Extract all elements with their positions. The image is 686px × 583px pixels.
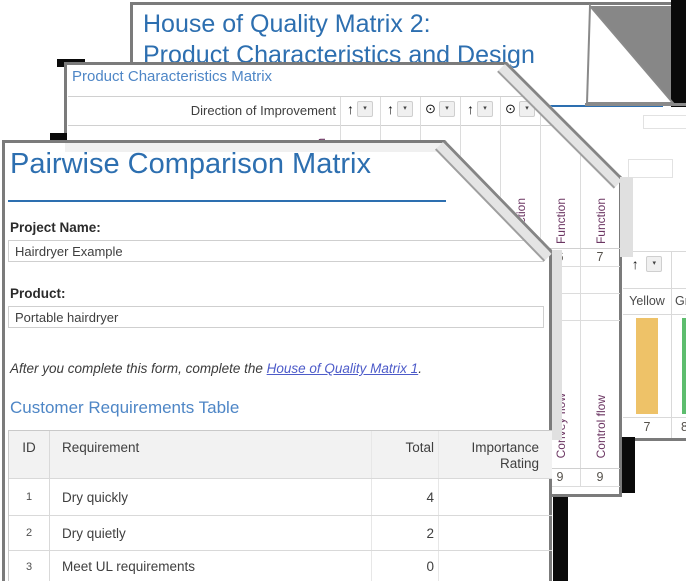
dropdown-caret-icon[interactable]: ▾ <box>439 101 455 117</box>
row-total: 2 <box>371 516 438 550</box>
strip-col-label-green: Green <box>675 294 686 308</box>
row-requirement[interactable]: Meet UL requirements <box>49 551 371 582</box>
row-id: 1 <box>9 491 49 503</box>
table-header-row: ID Requirement Total Importance Rating <box>9 431 561 478</box>
design-characteristics-strip: ↑ ▾ ↑ Yellow Green 7 8 <box>623 251 686 438</box>
header-id: ID <box>9 431 49 455</box>
table-row[interactable]: 3 Meet UL requirements 0 <box>9 550 561 582</box>
row-id: 3 <box>9 561 49 573</box>
table-row[interactable]: 2 Dry quietly 2 <box>9 515 561 550</box>
strip-col-number: 7 <box>623 420 671 434</box>
table-border <box>68 96 538 97</box>
direction-cell-4[interactable]: ↑▾ <box>460 100 500 124</box>
weight-bar-green <box>682 318 686 414</box>
rotated-col-label: Function <box>594 198 608 244</box>
strip-direction-cell-2[interactable]: ↑ <box>675 256 686 286</box>
direction-cell-1[interactable]: ↑▾ <box>340 100 380 124</box>
project-name-label: Project Name: <box>10 220 101 235</box>
header-requirement: Requirement <box>49 431 371 478</box>
customer-requirements-table: ID Requirement Total Importance Rating 1… <box>8 430 562 583</box>
target-icon: ⊙ <box>505 101 516 116</box>
header-importance-rating: Importance Rating <box>438 431 541 478</box>
middle-page-heading: Product Characteristics Matrix <box>72 68 272 85</box>
up-arrow-icon: ↑ <box>632 256 639 272</box>
up-arrow-icon: ↑ <box>347 101 354 117</box>
note-text: After you complete this form, complete t… <box>10 361 267 376</box>
shadow-fragment <box>621 437 635 493</box>
page-border-top <box>64 62 509 65</box>
instruction-note: After you complete this form, complete t… <box>10 361 422 376</box>
customer-requirements-heading: Customer Requirements Table <box>10 398 239 418</box>
strip-direction-cell-1[interactable]: ↑ ▾ <box>623 256 671 286</box>
page-edge-shading <box>552 250 562 440</box>
direction-of-improvement-label: Direction of Improvement <box>68 103 336 118</box>
back-page-fold-corner <box>585 0 686 110</box>
table-row[interactable]: 1 Dry quickly 4 <box>9 478 561 515</box>
dropdown-caret-icon[interactable]: ▾ <box>357 101 373 117</box>
front-page: Pairwise Comparison Matrix Project Name:… <box>2 140 552 581</box>
row-importance[interactable] <box>438 516 541 550</box>
strip-col-number: 8 <box>675 420 686 434</box>
dropdown-caret-icon[interactable]: ▾ <box>646 256 662 272</box>
rotated-col-label: Function <box>554 198 568 244</box>
up-arrow-icon: ↑ <box>467 101 474 117</box>
direction-cell-2[interactable]: ↑▾ <box>380 100 420 124</box>
shadow-fragment <box>553 497 568 581</box>
row-requirement[interactable]: Dry quickly <box>49 479 371 515</box>
weight-bar-yellow <box>636 318 658 414</box>
empty-cell <box>628 159 673 178</box>
table-border <box>68 125 620 126</box>
dropdown-caret-icon[interactable]: ▾ <box>477 101 493 117</box>
rotated-col-label: Control flow <box>594 395 608 458</box>
direction-cell-3[interactable]: ⊙▾ <box>420 100 460 124</box>
house-of-quality-matrix-1-link[interactable]: House of Quality Matrix 1 <box>267 361 419 376</box>
strip-row-divider <box>623 314 686 315</box>
target-icon: ⊙ <box>425 101 436 116</box>
note-period: . <box>418 361 422 376</box>
front-page-title: Pairwise Comparison Matrix <box>10 148 371 181</box>
row-importance[interactable] <box>438 479 541 515</box>
up-arrow-icon: ↑ <box>387 101 394 117</box>
col-number: 7 <box>580 250 620 264</box>
row-total: 4 <box>371 479 438 515</box>
product-input[interactable] <box>8 306 544 328</box>
strip-col-label-yellow: Yellow <box>623 294 671 308</box>
strip-col-divider <box>671 252 672 438</box>
row-id: 2 <box>9 527 49 539</box>
row-total: 0 <box>371 551 438 582</box>
header-total: Total <box>371 431 438 478</box>
page-edge-shading <box>620 177 633 257</box>
title-rule <box>8 200 446 202</box>
dropdown-caret-icon[interactable]: ▾ <box>397 101 413 117</box>
fold-shadow <box>671 0 686 107</box>
row-requirement[interactable]: Dry quietly <box>49 516 371 550</box>
strip-row-divider <box>623 288 686 289</box>
strip-row-divider <box>623 417 686 418</box>
empty-cell <box>643 115 686 129</box>
page-border-left <box>2 140 5 581</box>
product-label: Product: <box>10 286 66 301</box>
col-number: 9 <box>580 470 620 484</box>
row-importance[interactable] <box>438 551 541 582</box>
project-name-input[interactable] <box>8 240 544 262</box>
